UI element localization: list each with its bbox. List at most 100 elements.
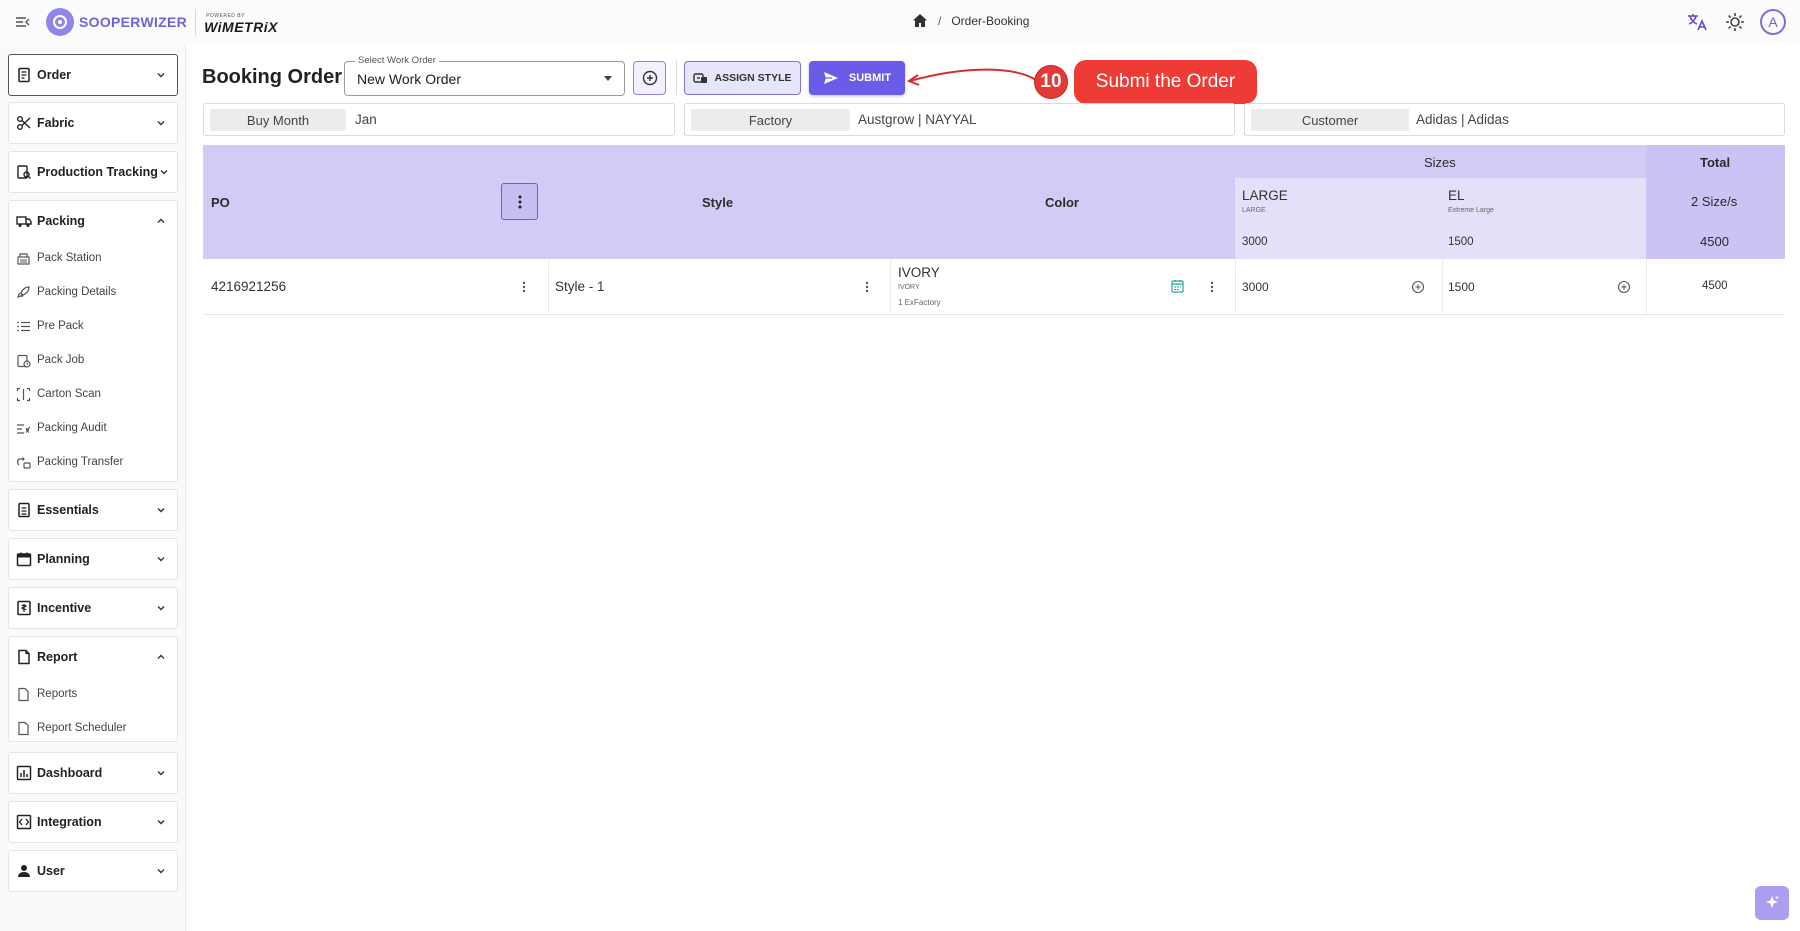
sidebar-group-dashboard[interactable]: Dashboard — [8, 752, 178, 794]
qty-el-cell[interactable]: 1500 — [1448, 280, 1475, 294]
scan-icon — [16, 387, 31, 402]
sidebar-item-reports[interactable]: Reports — [9, 677, 177, 711]
sidebar-group-header[interactable]: Dashboard — [9, 753, 177, 793]
sidebar-group-label: Production Tracking — [37, 165, 158, 179]
submit-button[interactable]: SUBMIT — [809, 61, 905, 95]
color-sub: IVORY — [898, 284, 920, 291]
chevron-down-icon — [155, 69, 167, 81]
tracking-icon — [16, 164, 32, 180]
color-row-menu-icon[interactable] — [1209, 280, 1215, 294]
sidebar-group-header[interactable]: User — [9, 851, 177, 891]
chevron-up-icon — [155, 215, 167, 227]
style-row-menu-icon[interactable] — [864, 280, 870, 294]
sidebar-group-planning[interactable]: Planning — [8, 538, 178, 580]
sidebar-group-order[interactable]: Order — [8, 54, 178, 96]
column-divider — [890, 259, 891, 315]
column-divider — [1646, 259, 1647, 315]
assign-style-button[interactable]: ASSIGN STYLE — [684, 61, 801, 95]
kebab-icon — [518, 195, 522, 209]
sidebar-group-label: Fabric — [37, 116, 75, 130]
receipt-icon — [16, 67, 32, 83]
top-bar: SOOPERWIZER POWERED BY WiMETRiX / Order-… — [0, 0, 1800, 44]
annotation-arrow — [906, 68, 1037, 86]
dashboard-icon — [16, 765, 32, 781]
chevron-down-icon — [155, 865, 167, 877]
sidebar-group-user[interactable]: User — [8, 850, 178, 892]
sidebar-group-label: Integration — [37, 815, 102, 829]
sidebar-group-header[interactable]: Report — [9, 637, 177, 677]
size-total-large: 3000 — [1242, 236, 1268, 248]
chevron-down-icon — [155, 602, 167, 614]
style-cell: Style - 1 — [555, 279, 605, 294]
sidebar-item-label: Pack Job — [37, 354, 85, 366]
sidebar-item-carton-scan[interactable]: Carton Scan — [9, 377, 177, 411]
total-header: Total — [1700, 155, 1731, 170]
qty-large-cell[interactable]: 3000 — [1242, 280, 1269, 294]
calendar-icon — [16, 551, 32, 567]
sidebar-group-label: Report — [37, 650, 78, 664]
sidebar-item-pack-station[interactable]: Pack Station — [9, 241, 177, 275]
assign-style-icon — [693, 71, 708, 86]
sidebar-group-header[interactable]: Order — [9, 55, 177, 95]
breadcrumb-current: Order-Booking — [951, 13, 1030, 28]
sidebar-item-packing-audit[interactable]: Packing Audit — [9, 411, 177, 445]
rocket-icon — [16, 285, 31, 300]
user-icon — [16, 863, 32, 879]
sidebar-group-header[interactable]: Incentive — [9, 588, 177, 628]
sidebar-item-report-scheduler[interactable]: Report Scheduler — [9, 711, 177, 745]
chevron-down-icon — [155, 504, 167, 516]
chevron-down-icon — [155, 767, 167, 779]
sidebar-group-header[interactable]: Integration — [9, 802, 177, 842]
sidebar-item-label: Packing Transfer — [37, 456, 124, 468]
page-title: Booking Order — [202, 66, 343, 88]
size-count: 2 Size/s — [1691, 194, 1738, 209]
buy-month-value: Jan — [355, 112, 377, 127]
column-divider — [1442, 259, 1443, 315]
po-cell: 4216921256 — [211, 279, 287, 294]
avatar[interactable]: A — [1760, 9, 1786, 35]
color-cell: IVORY — [898, 265, 940, 280]
sidebar-group-report[interactable]: Report Reports Report Scheduler — [8, 636, 178, 742]
style-header: Style — [702, 195, 734, 210]
add-qty-icon[interactable] — [1617, 280, 1631, 294]
translate-icon[interactable] — [1684, 9, 1710, 35]
sidebar-item-pre-pack[interactable]: Pre Pack — [9, 309, 177, 343]
work-order-select[interactable]: Select Work Order New Work Order — [344, 55, 625, 96]
customer-field: Customer Adidas | Adidas — [1244, 103, 1785, 136]
sidebar-group-header[interactable]: Essentials — [9, 490, 177, 530]
theme-toggle-icon[interactable] — [1722, 9, 1748, 35]
sidebar-item-pack-job[interactable]: Pack Job — [9, 343, 177, 377]
calendar-icon[interactable] — [1171, 279, 1185, 293]
menu-toggle-icon[interactable] — [14, 13, 32, 31]
ai-assistant-button[interactable] — [1755, 886, 1789, 920]
sidebar-group-header[interactable]: Planning — [9, 539, 177, 579]
color-note: 1 ExFactory — [898, 298, 941, 307]
caret-down-icon — [604, 76, 612, 81]
size-name-large: LARGE — [1242, 188, 1288, 203]
sidebar-group-packing[interactable]: Packing Pack Station Packing Details Pre… — [8, 200, 178, 482]
sidebar-group-incentive[interactable]: Incentive — [8, 587, 178, 629]
sidebar-group-header[interactable]: Production Tracking — [9, 152, 177, 192]
sidebar-group-essentials[interactable]: Essentials — [8, 489, 178, 531]
add-qty-icon[interactable] — [1411, 280, 1425, 294]
sidebar-group-header[interactable]: Packing — [9, 201, 177, 241]
brand-logo-icon — [46, 8, 74, 36]
po-column-menu-button[interactable] — [501, 183, 538, 220]
add-work-order-button[interactable] — [633, 61, 666, 95]
sidebar-item-packing-transfer[interactable]: Packing Transfer — [9, 445, 177, 479]
brand[interactable]: SOOPERWIZER POWERED BY WiMETRiX — [46, 8, 282, 36]
factory-field: Factory Austgrow | NAYYAL — [684, 103, 1235, 136]
sidebar-group-integration[interactable]: Integration — [8, 801, 178, 843]
sidebar-group-production-tracking[interactable]: Production Tracking — [8, 151, 178, 193]
home-icon[interactable] — [912, 13, 928, 28]
powered-by-name: WiMETRiX — [204, 19, 278, 35]
table-row[interactable]: 4216921256 Style - 1 IVORY IVORY 1 ExFac… — [203, 259, 1785, 315]
sidebar-group-header[interactable]: Fabric — [9, 103, 177, 143]
sidebar-group-fabric[interactable]: Fabric — [8, 102, 178, 144]
transfer-icon — [16, 455, 31, 470]
buy-month-label: Buy Month — [210, 109, 346, 131]
brand-name: SOOPERWIZER — [79, 14, 188, 30]
sidebar-item-packing-details[interactable]: Packing Details — [9, 275, 177, 309]
sizes-header: Sizes — [1424, 155, 1456, 170]
po-row-menu-icon[interactable] — [521, 280, 527, 294]
